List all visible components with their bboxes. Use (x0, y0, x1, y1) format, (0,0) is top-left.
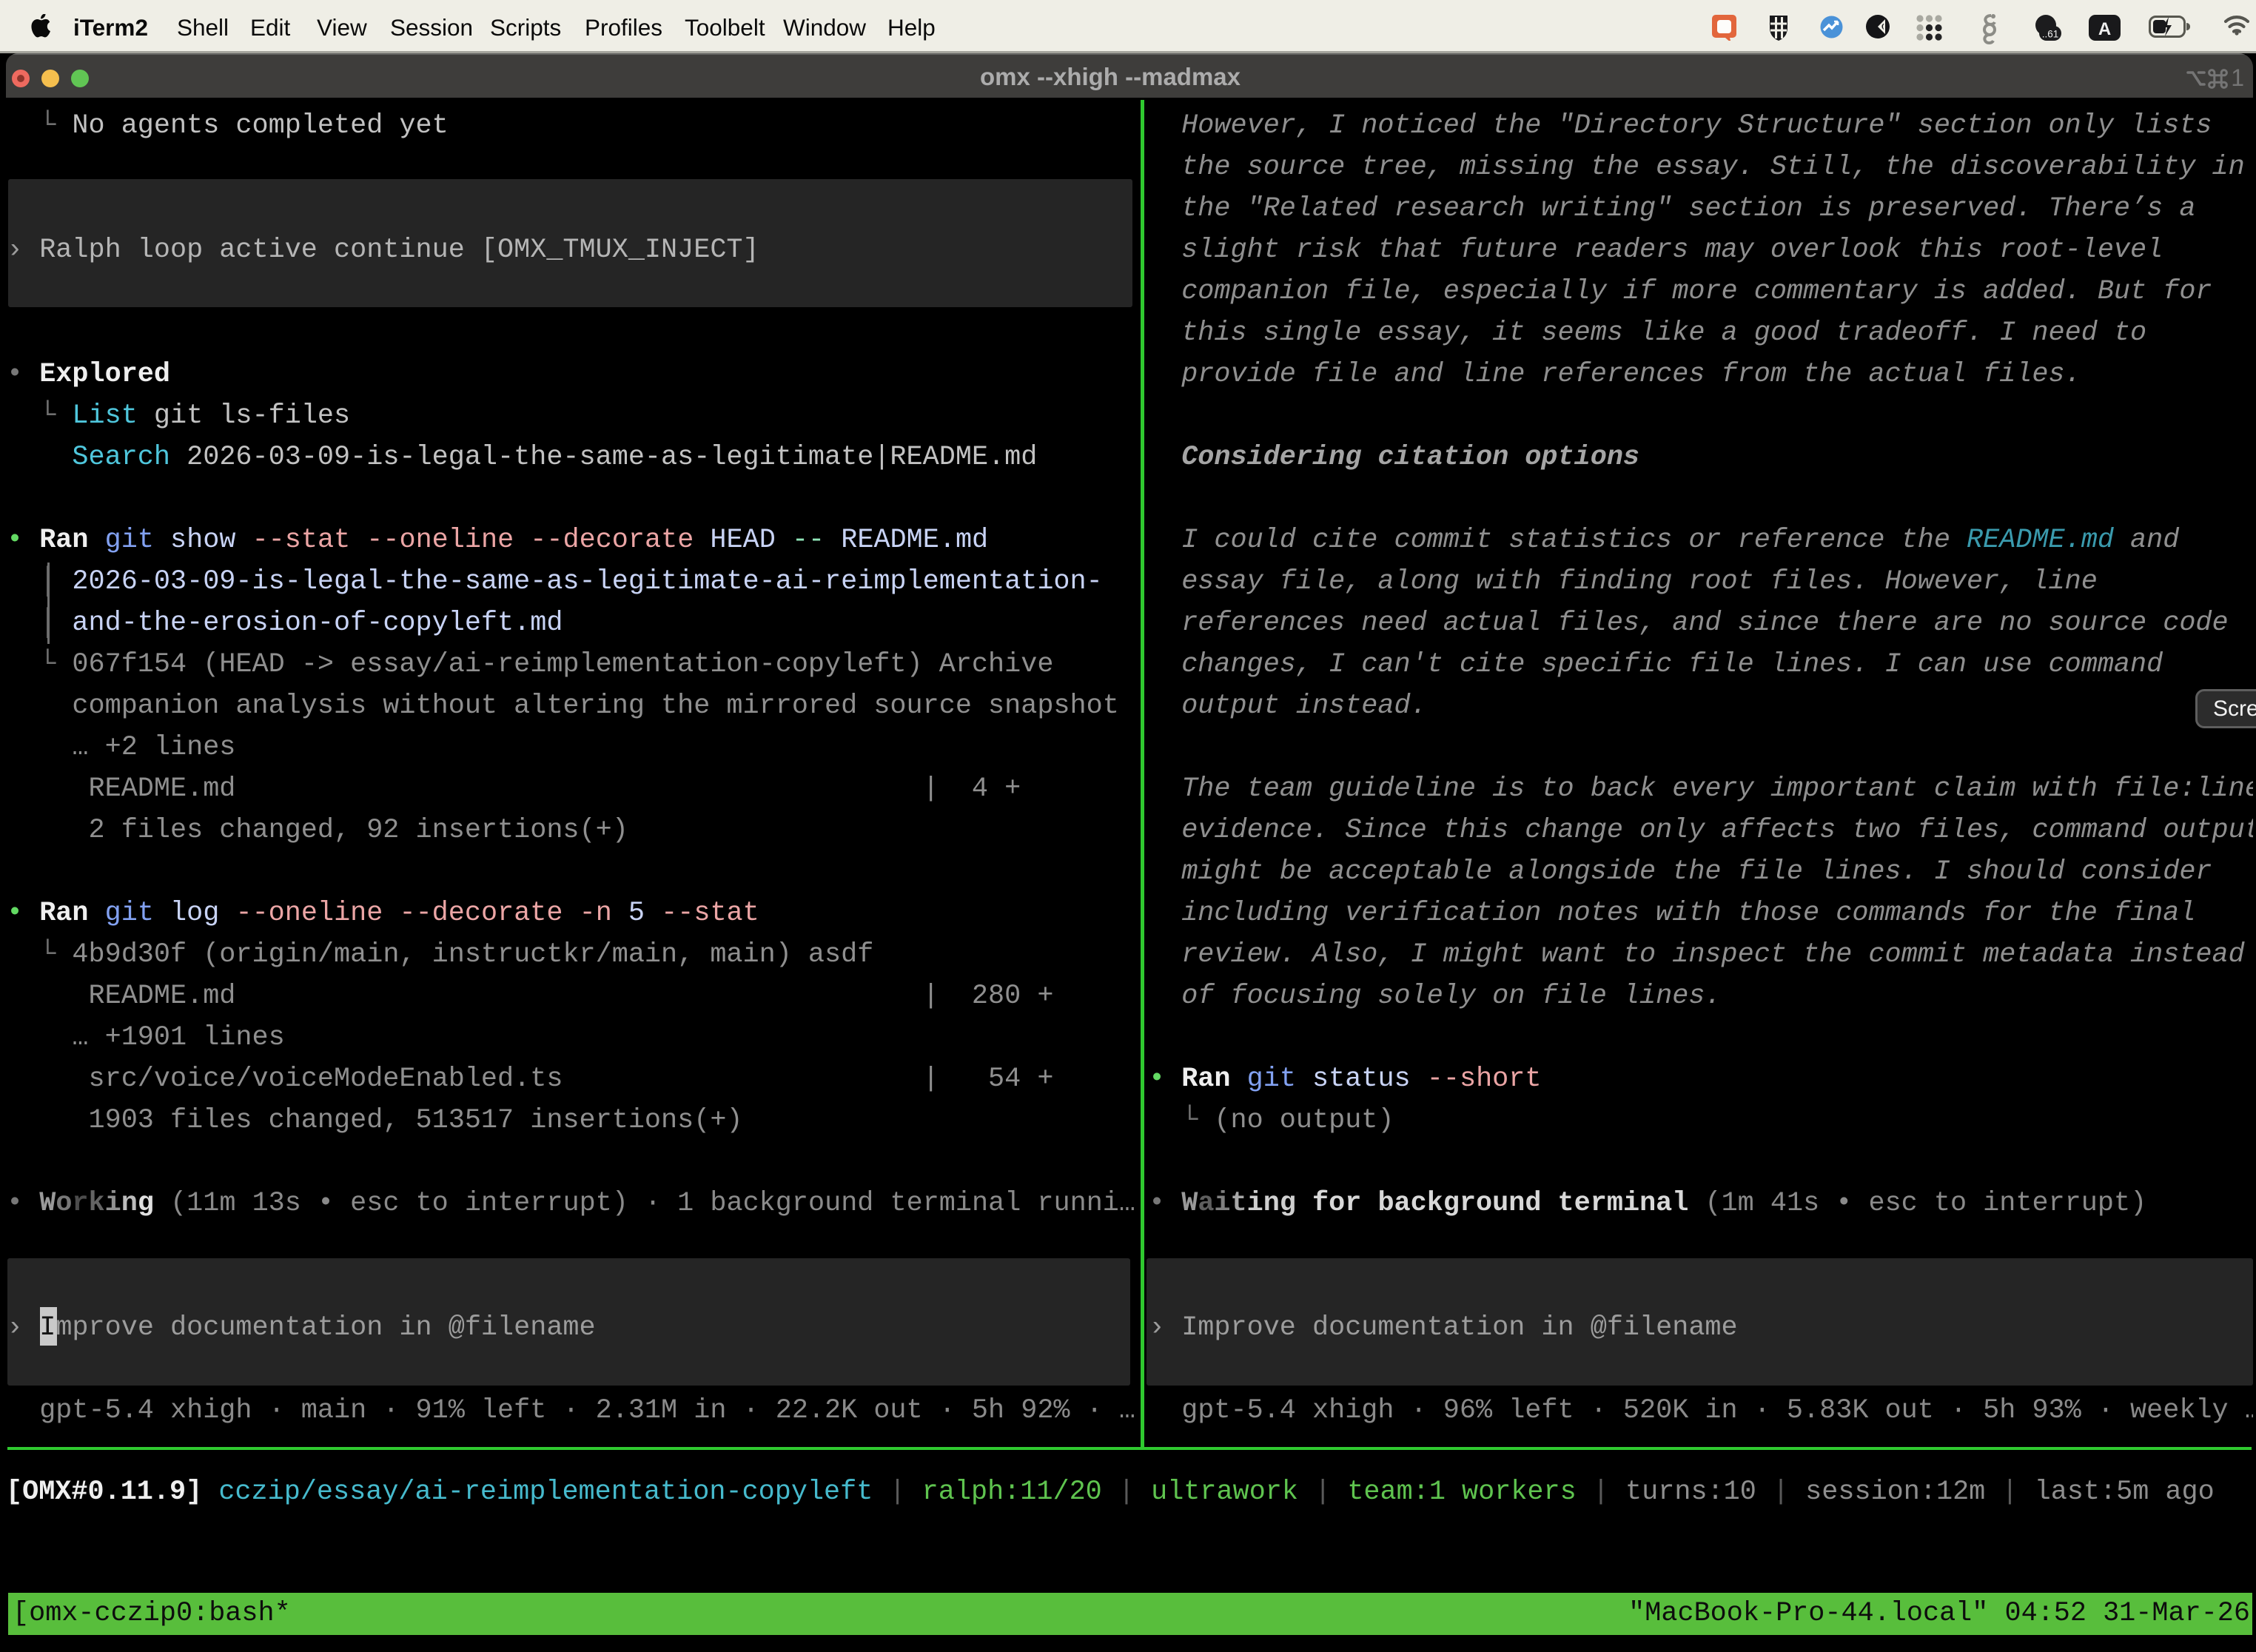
svg-text:..61: ..61 (2042, 29, 2059, 40)
svg-text:A: A (2098, 19, 2111, 39)
